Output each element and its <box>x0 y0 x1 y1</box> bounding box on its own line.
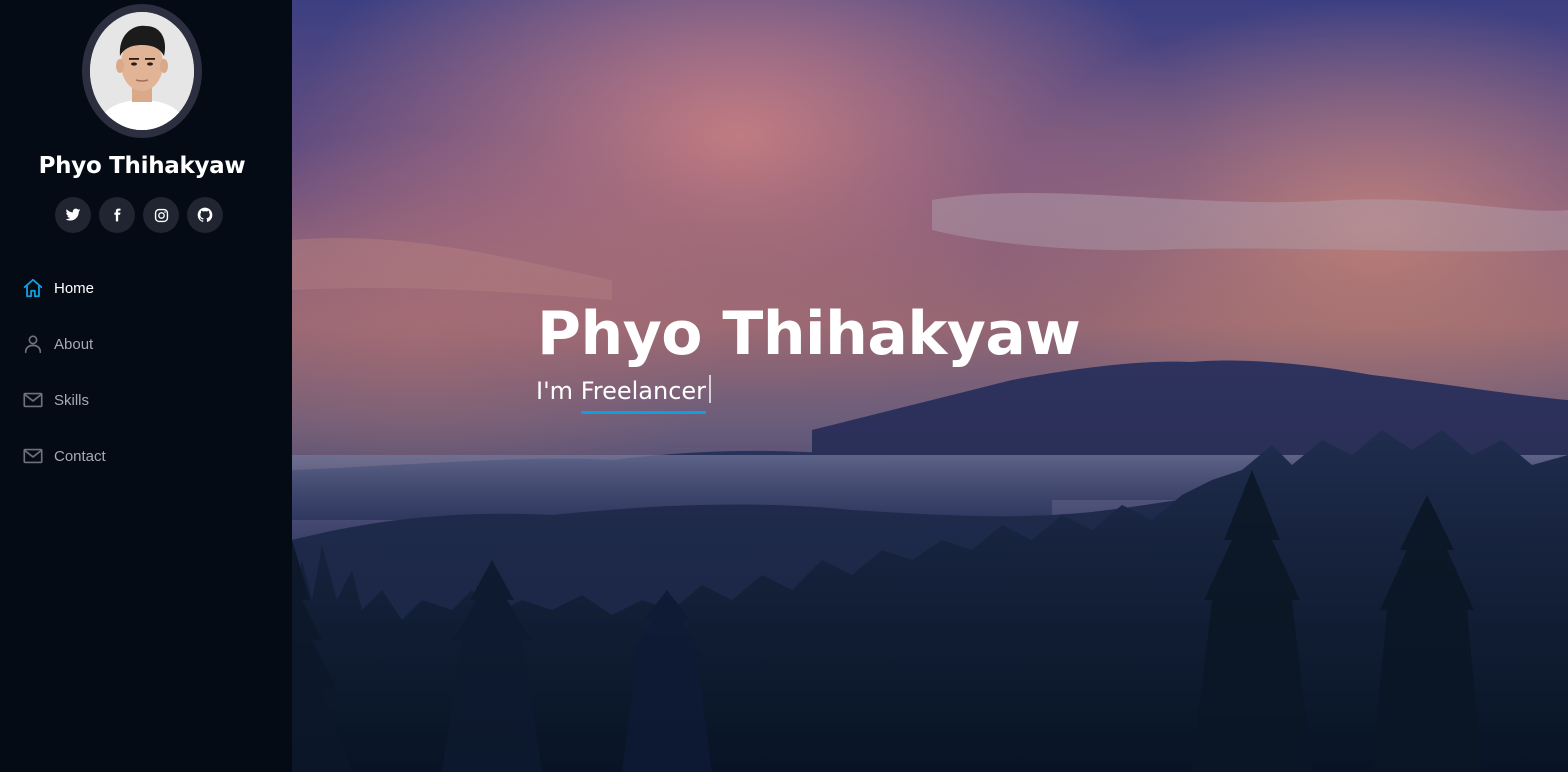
avatar-ring <box>82 4 202 138</box>
nav-item-contact[interactable]: Contact <box>0 428 292 484</box>
facebook-icon <box>114 208 121 222</box>
hero-subtitle: I'm Freelancer <box>536 374 712 414</box>
sidebar: Phyo Thihakyaw Home About Skills Contact <box>0 0 292 772</box>
typing-cursor <box>709 375 712 403</box>
hero-title: Phyo Thihakyaw <box>537 299 1081 369</box>
typed-text: Freelancer <box>580 374 707 414</box>
instagram-link[interactable] <box>143 197 179 233</box>
nav-item-about[interactable]: About <box>0 316 292 372</box>
nav-label-contact: Contact <box>54 447 106 465</box>
github-icon <box>197 207 213 222</box>
instagram-icon <box>154 208 168 222</box>
hero-prefix: I'm <box>536 377 574 405</box>
social-links <box>55 197 223 233</box>
nav-menu: Home About Skills Contact <box>0 260 292 484</box>
user-icon <box>22 333 44 355</box>
nav-label-home: Home <box>54 279 95 297</box>
profile-name: Phyo Thihakyaw <box>38 153 246 179</box>
nav-item-home[interactable]: Home <box>0 260 292 316</box>
nav-label-about: About <box>54 335 94 353</box>
nav-label-skills: Skills <box>54 391 90 409</box>
nav-item-skills[interactable]: Skills <box>0 372 292 428</box>
avatar <box>90 12 194 130</box>
page: Phyo Thihakyaw Home About Skills Contact… <box>0 0 1568 772</box>
envelope-icon <box>22 445 44 467</box>
twitter-icon <box>65 208 81 221</box>
home-icon <box>22 277 44 299</box>
facebook-link[interactable] <box>99 197 135 233</box>
envelope-icon <box>22 389 44 411</box>
github-link[interactable] <box>187 197 223 233</box>
twitter-link[interactable] <box>55 197 91 233</box>
hero-background-image <box>292 0 1568 772</box>
hero-section: Phyo Thihakyaw I'm Freelancer <box>292 0 1568 772</box>
profile-photo <box>90 12 194 130</box>
